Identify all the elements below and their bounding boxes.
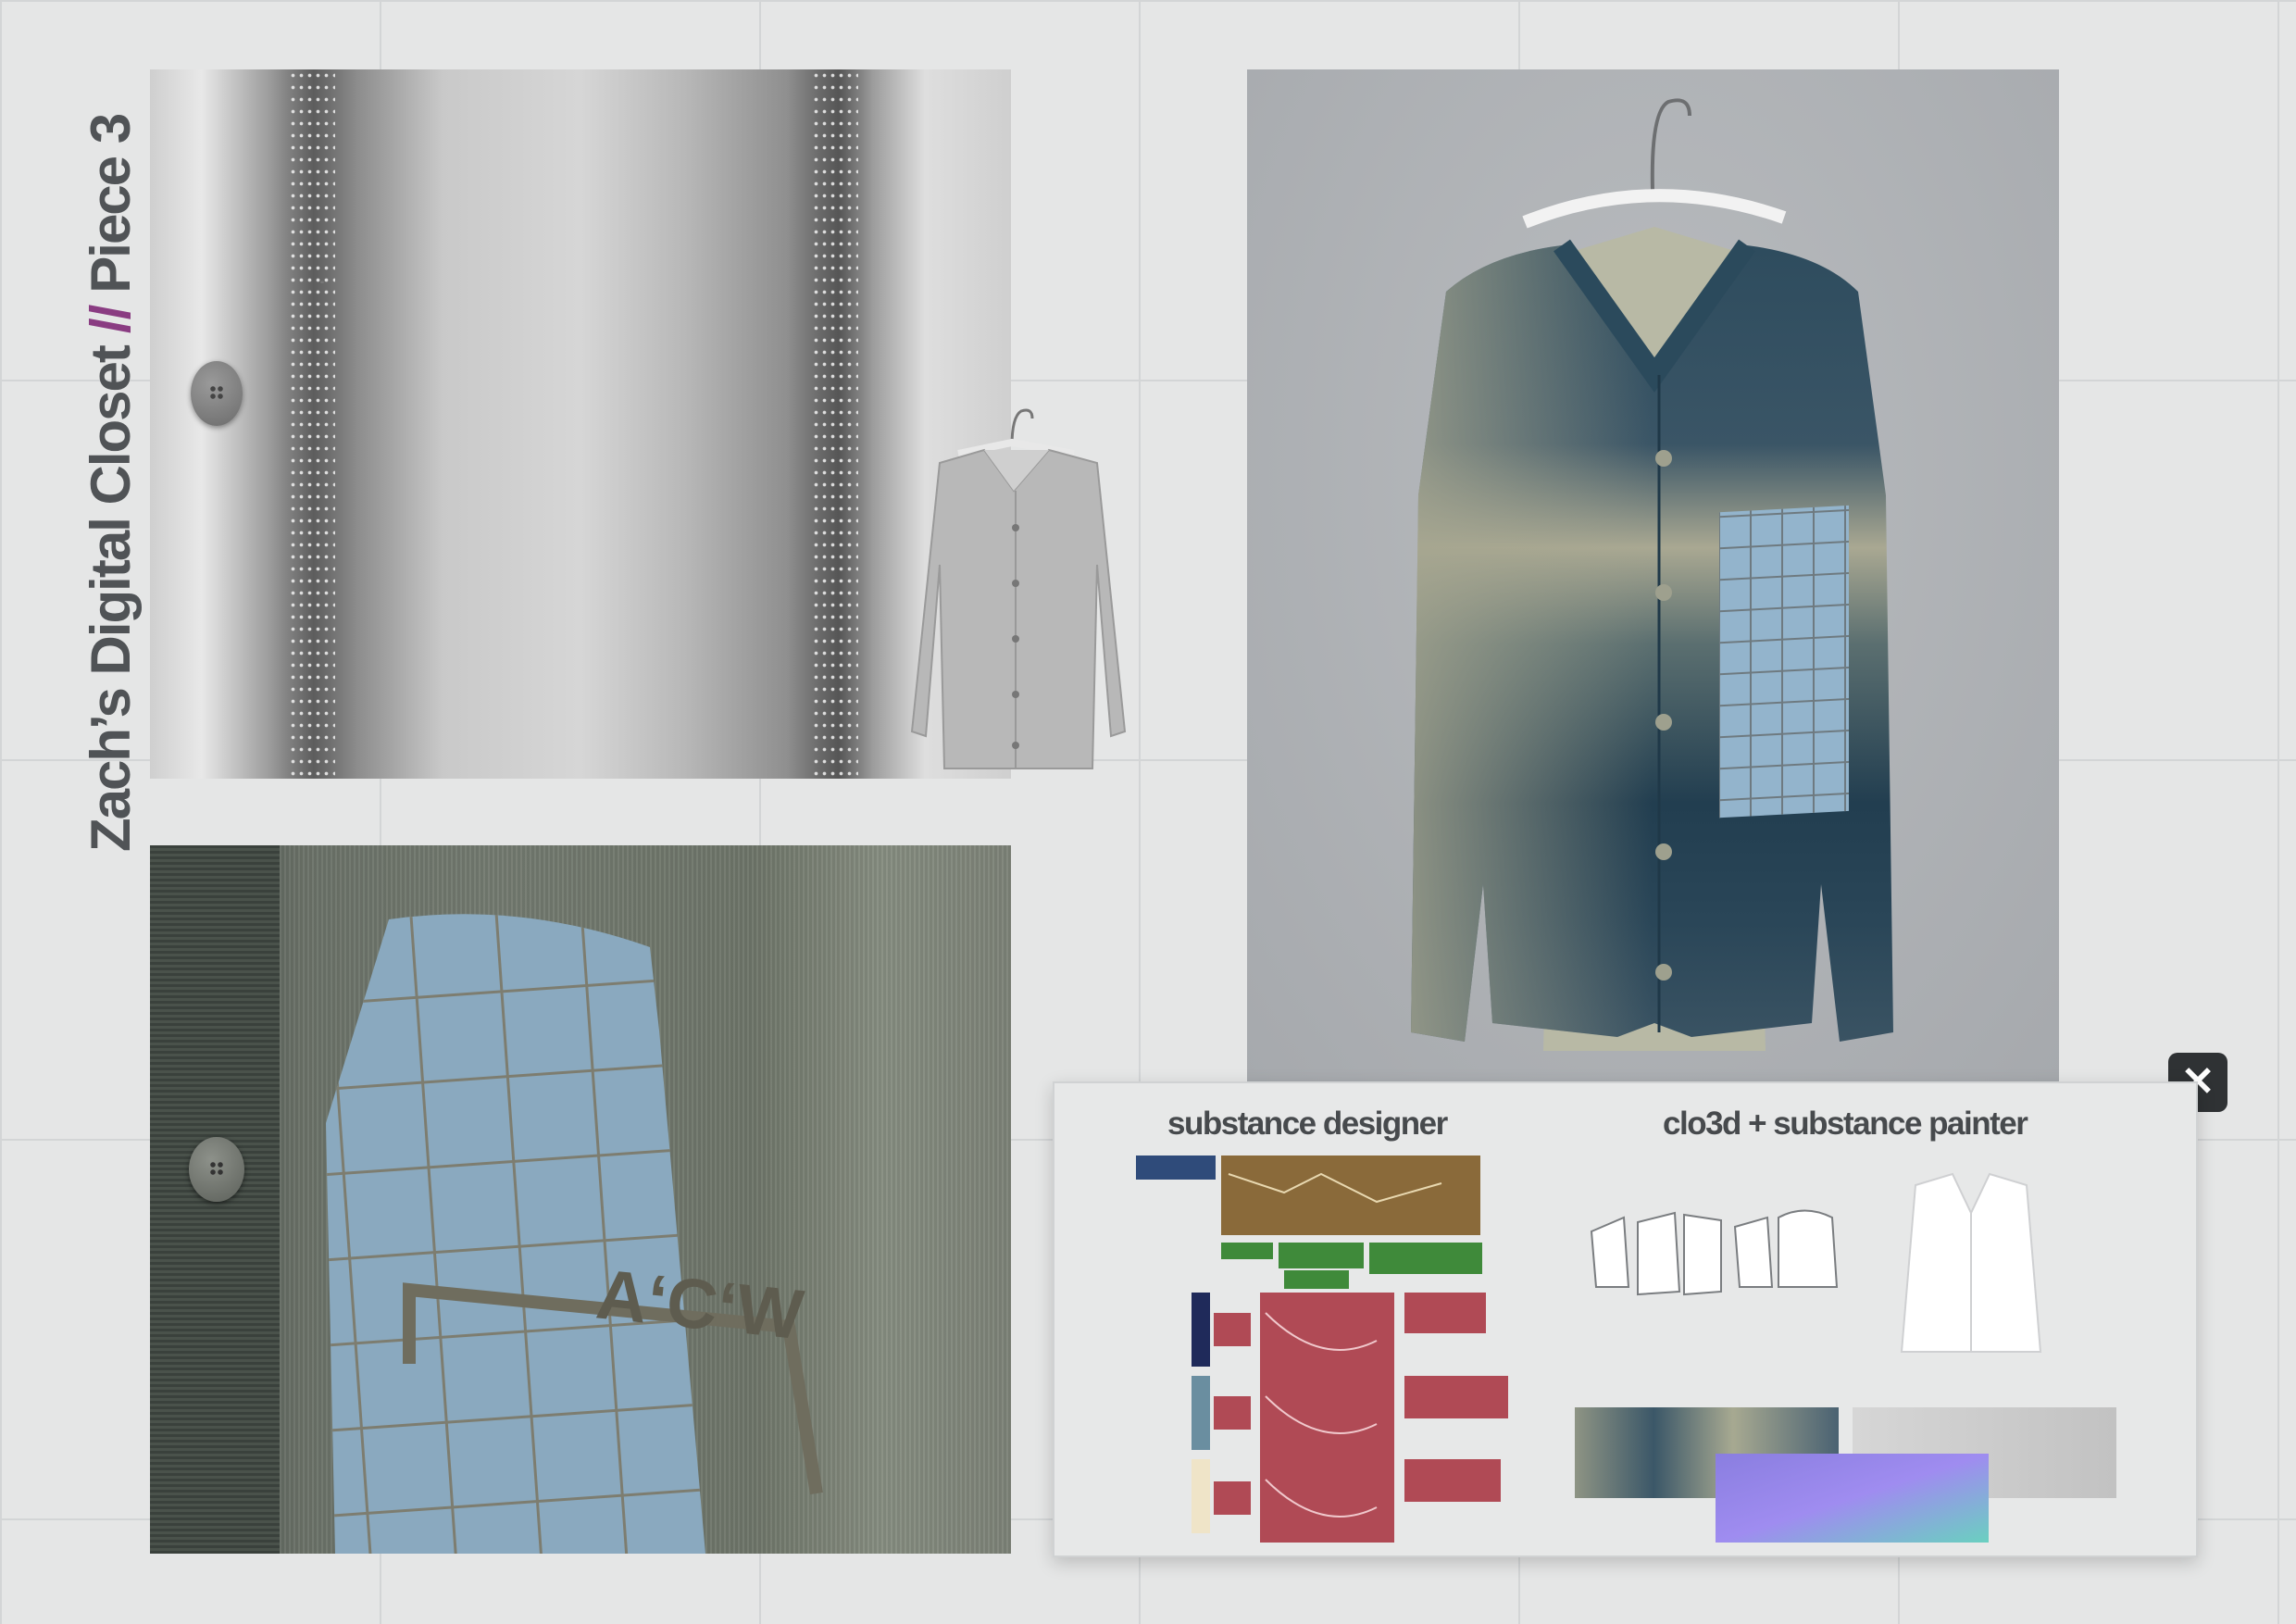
cardigan-render-art — [1411, 98, 1893, 1051]
cardigan-grey-thumbnail — [910, 408, 1127, 769]
cardigan-render — [1247, 69, 2059, 1083]
fabric-fuzz-right — [812, 69, 858, 779]
print-patch: AʻCʻW — [326, 914, 823, 1554]
title-wrap: Zach’s Digital Closet // Piece 3 — [80, 74, 142, 852]
title-separator: // — [80, 306, 142, 334]
texture-maps — [1575, 1407, 2116, 1543]
fabric-closeup-grey — [150, 69, 1011, 779]
substance-designer-heading: substance designer — [1167, 1106, 1448, 1142]
clo3d-pattern-pieces — [1590, 1172, 2042, 1353]
page-title: Zach’s Digital Closet // Piece 3 — [80, 114, 142, 852]
title-piece: Piece 3 — [80, 114, 142, 294]
workflow-card: substance designer clo3d + substance pai… — [1053, 1081, 2198, 1557]
substance-node-graph — [1136, 1156, 1508, 1543]
fabric-closeup-print: AʻCʻW — [150, 845, 1011, 1554]
fabric-fuzz-left — [289, 69, 335, 779]
title-main: Zach’s Digital Closet — [80, 346, 142, 852]
cardigan-button — [191, 361, 243, 426]
clo3d-substance-painter-heading: clo3d + substance painter — [1663, 1106, 2028, 1142]
